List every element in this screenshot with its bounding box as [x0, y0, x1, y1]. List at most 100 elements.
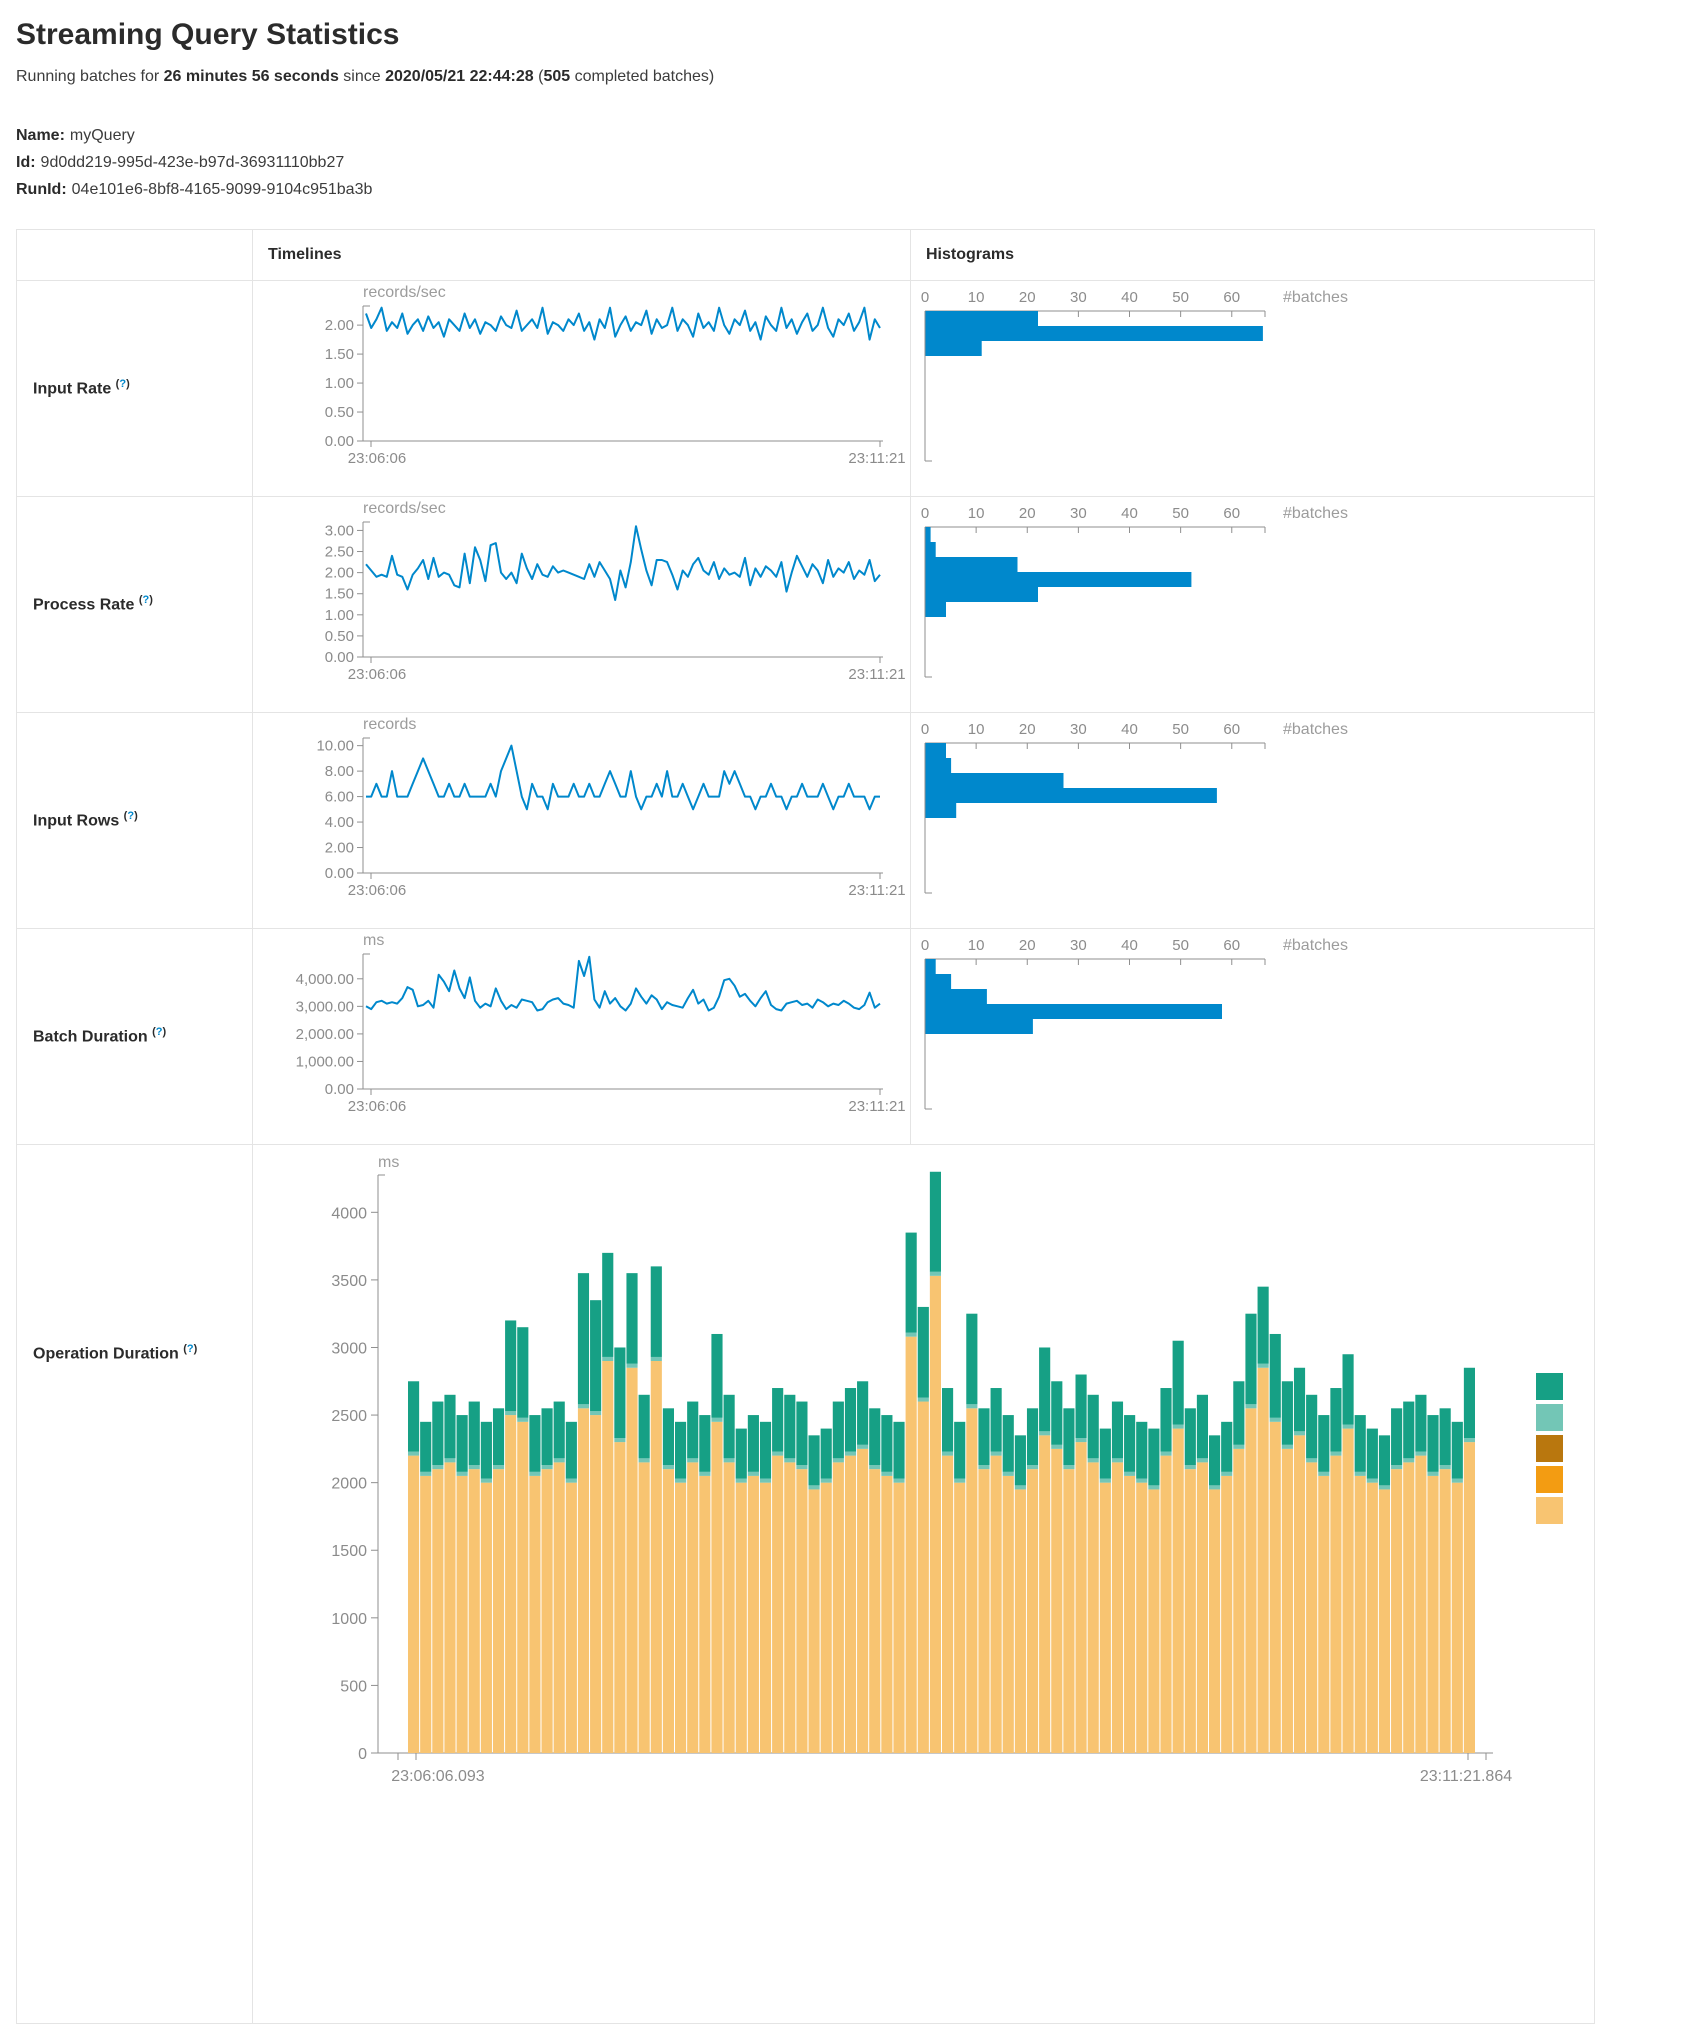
svg-text:1500: 1500	[331, 1543, 367, 1560]
query-id-line: Id:9d0dd219-995d-423e-b97d-36931110bb27	[16, 149, 1677, 176]
svg-text:#batches: #batches	[1283, 937, 1348, 954]
input-rate-label-cell: Input Rate (?)	[17, 281, 253, 497]
row-label: Batch Duration	[33, 1029, 148, 1046]
svg-text:10: 10	[968, 721, 985, 738]
row-label: Process Rate	[33, 597, 134, 614]
svg-text:2.00: 2.00	[325, 565, 354, 582]
svg-text:0: 0	[921, 721, 929, 738]
svg-text:30: 30	[1070, 289, 1087, 306]
svg-text:40: 40	[1121, 721, 1138, 738]
svg-text:0: 0	[921, 505, 929, 522]
svg-text:30: 30	[1070, 937, 1087, 954]
help-icon[interactable]: (?)	[183, 1343, 197, 1355]
svg-text:3.00: 3.00	[325, 522, 354, 539]
batch-duration-label-cell: Batch Duration (?)	[17, 929, 253, 1145]
operation-duration-legend	[1536, 1373, 1563, 1524]
svg-text:30: 30	[1070, 505, 1087, 522]
svg-text:2,000.00: 2,000.00	[296, 1026, 354, 1043]
svg-text:60: 60	[1223, 937, 1240, 954]
running-batches-summary: Running batches for 26 minutes 56 second…	[16, 68, 1677, 86]
streaming-query-statistics-page: Streaming Query Statistics Running batch…	[0, 0, 1693, 2024]
svg-text:10: 10	[968, 289, 985, 306]
row-label: Input Rate	[33, 381, 111, 398]
svg-text:2.00: 2.00	[325, 317, 354, 334]
operation-duration-label-cell: Operation Duration (?)	[17, 1145, 253, 2024]
svg-text:1.50: 1.50	[325, 586, 354, 603]
svg-text:2.00: 2.00	[325, 840, 354, 857]
svg-text:6.00: 6.00	[325, 789, 354, 806]
svg-text:4.00: 4.00	[325, 814, 354, 831]
svg-text:23:06:06: 23:06:06	[348, 450, 406, 467]
svg-text:#batches: #batches	[1283, 505, 1348, 522]
svg-text:3500: 3500	[331, 1273, 367, 1290]
svg-text:#batches: #batches	[1283, 289, 1348, 306]
batch-duration-row: Batch Duration (?) ms 0.00 1,000.00 2,000.0…	[17, 929, 1595, 1145]
svg-text:records/sec: records/sec	[363, 500, 446, 517]
start-timestamp: 2020/05/21 22:44:28	[385, 68, 534, 85]
svg-text:23:11:21: 23:11:21	[848, 666, 905, 683]
legend-swatch	[1536, 1466, 1563, 1493]
input-rate-histogram-chart: 0102030405060#batches	[911, 281, 1594, 496]
svg-text:#batches: #batches	[1283, 721, 1348, 738]
svg-text:0.00: 0.00	[325, 433, 354, 450]
svg-text:0: 0	[358, 1746, 367, 1763]
svg-text:23:06:06: 23:06:06	[348, 666, 406, 683]
process-rate-timeline-chart: records/sec0.000.501.001.502.002.503.002…	[253, 497, 910, 712]
operation-duration-row: Operation Duration (?) ms050010001500200…	[17, 1145, 1595, 2024]
legend-swatch	[1536, 1404, 1563, 1431]
process-rate-histogram-chart: 0102030405060#batches	[911, 497, 1594, 712]
help-icon[interactable]: (?)	[116, 378, 130, 390]
process-rate-label-cell: Process Rate (?)	[17, 497, 253, 713]
svg-text:23:06:06.093: 23:06:06.093	[391, 1768, 485, 1785]
svg-text:23:11:21: 23:11:21	[848, 1098, 905, 1115]
svg-text:50: 50	[1172, 721, 1189, 738]
svg-text:0.50: 0.50	[325, 404, 354, 421]
table-header-row: Timelines Histograms	[17, 230, 1595, 281]
stats-table: Timelines Histograms Input Rate (?) reco…	[16, 229, 1595, 2024]
row-label: Input Rows	[33, 813, 119, 830]
legend-swatch	[1536, 1373, 1563, 1400]
svg-text:0.00: 0.00	[325, 865, 354, 882]
svg-text:2.50: 2.50	[325, 544, 354, 561]
operation-duration-stacked-chart: ms0500100015002000250030003500400023:06:…	[253, 1145, 1594, 2023]
legend-swatch	[1536, 1435, 1563, 1462]
svg-text:10: 10	[968, 937, 985, 954]
svg-text:23:06:06: 23:06:06	[348, 882, 406, 899]
svg-text:30: 30	[1070, 721, 1087, 738]
svg-text:1.50: 1.50	[325, 346, 354, 363]
help-icon[interactable]: (?)	[139, 594, 153, 606]
svg-text:1000: 1000	[331, 1611, 367, 1628]
svg-text:50: 50	[1172, 937, 1189, 954]
row-label: Operation Duration	[33, 1345, 179, 1362]
input-rows-row: Input Rows (?) records0.002.004.006.008.…	[17, 713, 1595, 929]
help-icon[interactable]: (?)	[152, 1026, 166, 1038]
svg-text:50: 50	[1172, 505, 1189, 522]
svg-text:records: records	[363, 716, 416, 733]
svg-text:0: 0	[921, 937, 929, 954]
svg-text:40: 40	[1121, 289, 1138, 306]
query-metadata: Name:myQuery Id:9d0dd219-995d-423e-b97d-…	[16, 122, 1677, 203]
histograms-column-header: Histograms	[911, 230, 1595, 281]
completed-batches-count: 505	[543, 68, 570, 85]
query-name-line: Name:myQuery	[16, 122, 1677, 149]
svg-text:records/sec: records/sec	[363, 284, 446, 301]
svg-text:0.00: 0.00	[325, 1081, 354, 1098]
svg-text:23:11:21: 23:11:21	[848, 450, 905, 467]
svg-text:50: 50	[1172, 289, 1189, 306]
svg-text:40: 40	[1121, 505, 1138, 522]
svg-text:0.00: 0.00	[325, 649, 354, 666]
svg-text:2000: 2000	[331, 1476, 367, 1493]
svg-text:60: 60	[1223, 721, 1240, 738]
input-rate-timeline-chart: records/sec0.000.501.001.502.0023:06:062…	[253, 281, 910, 496]
query-runid-line: RunId:04e101e6-8bf8-4165-9099-9104c951ba…	[16, 176, 1677, 203]
svg-text:0.50: 0.50	[325, 628, 354, 645]
input-rows-histogram-chart: 0102030405060#batches	[911, 713, 1594, 928]
svg-text:ms: ms	[378, 1154, 399, 1171]
svg-text:0: 0	[921, 289, 929, 306]
batch-duration-histogram-chart: 0102030405060#batches	[911, 929, 1594, 1144]
input-rows-label-cell: Input Rows (?)	[17, 713, 253, 929]
svg-text:ms: ms	[363, 932, 384, 949]
svg-text:1,000.00: 1,000.00	[296, 1053, 354, 1070]
svg-text:20: 20	[1019, 937, 1036, 954]
help-icon[interactable]: (?)	[124, 810, 138, 822]
